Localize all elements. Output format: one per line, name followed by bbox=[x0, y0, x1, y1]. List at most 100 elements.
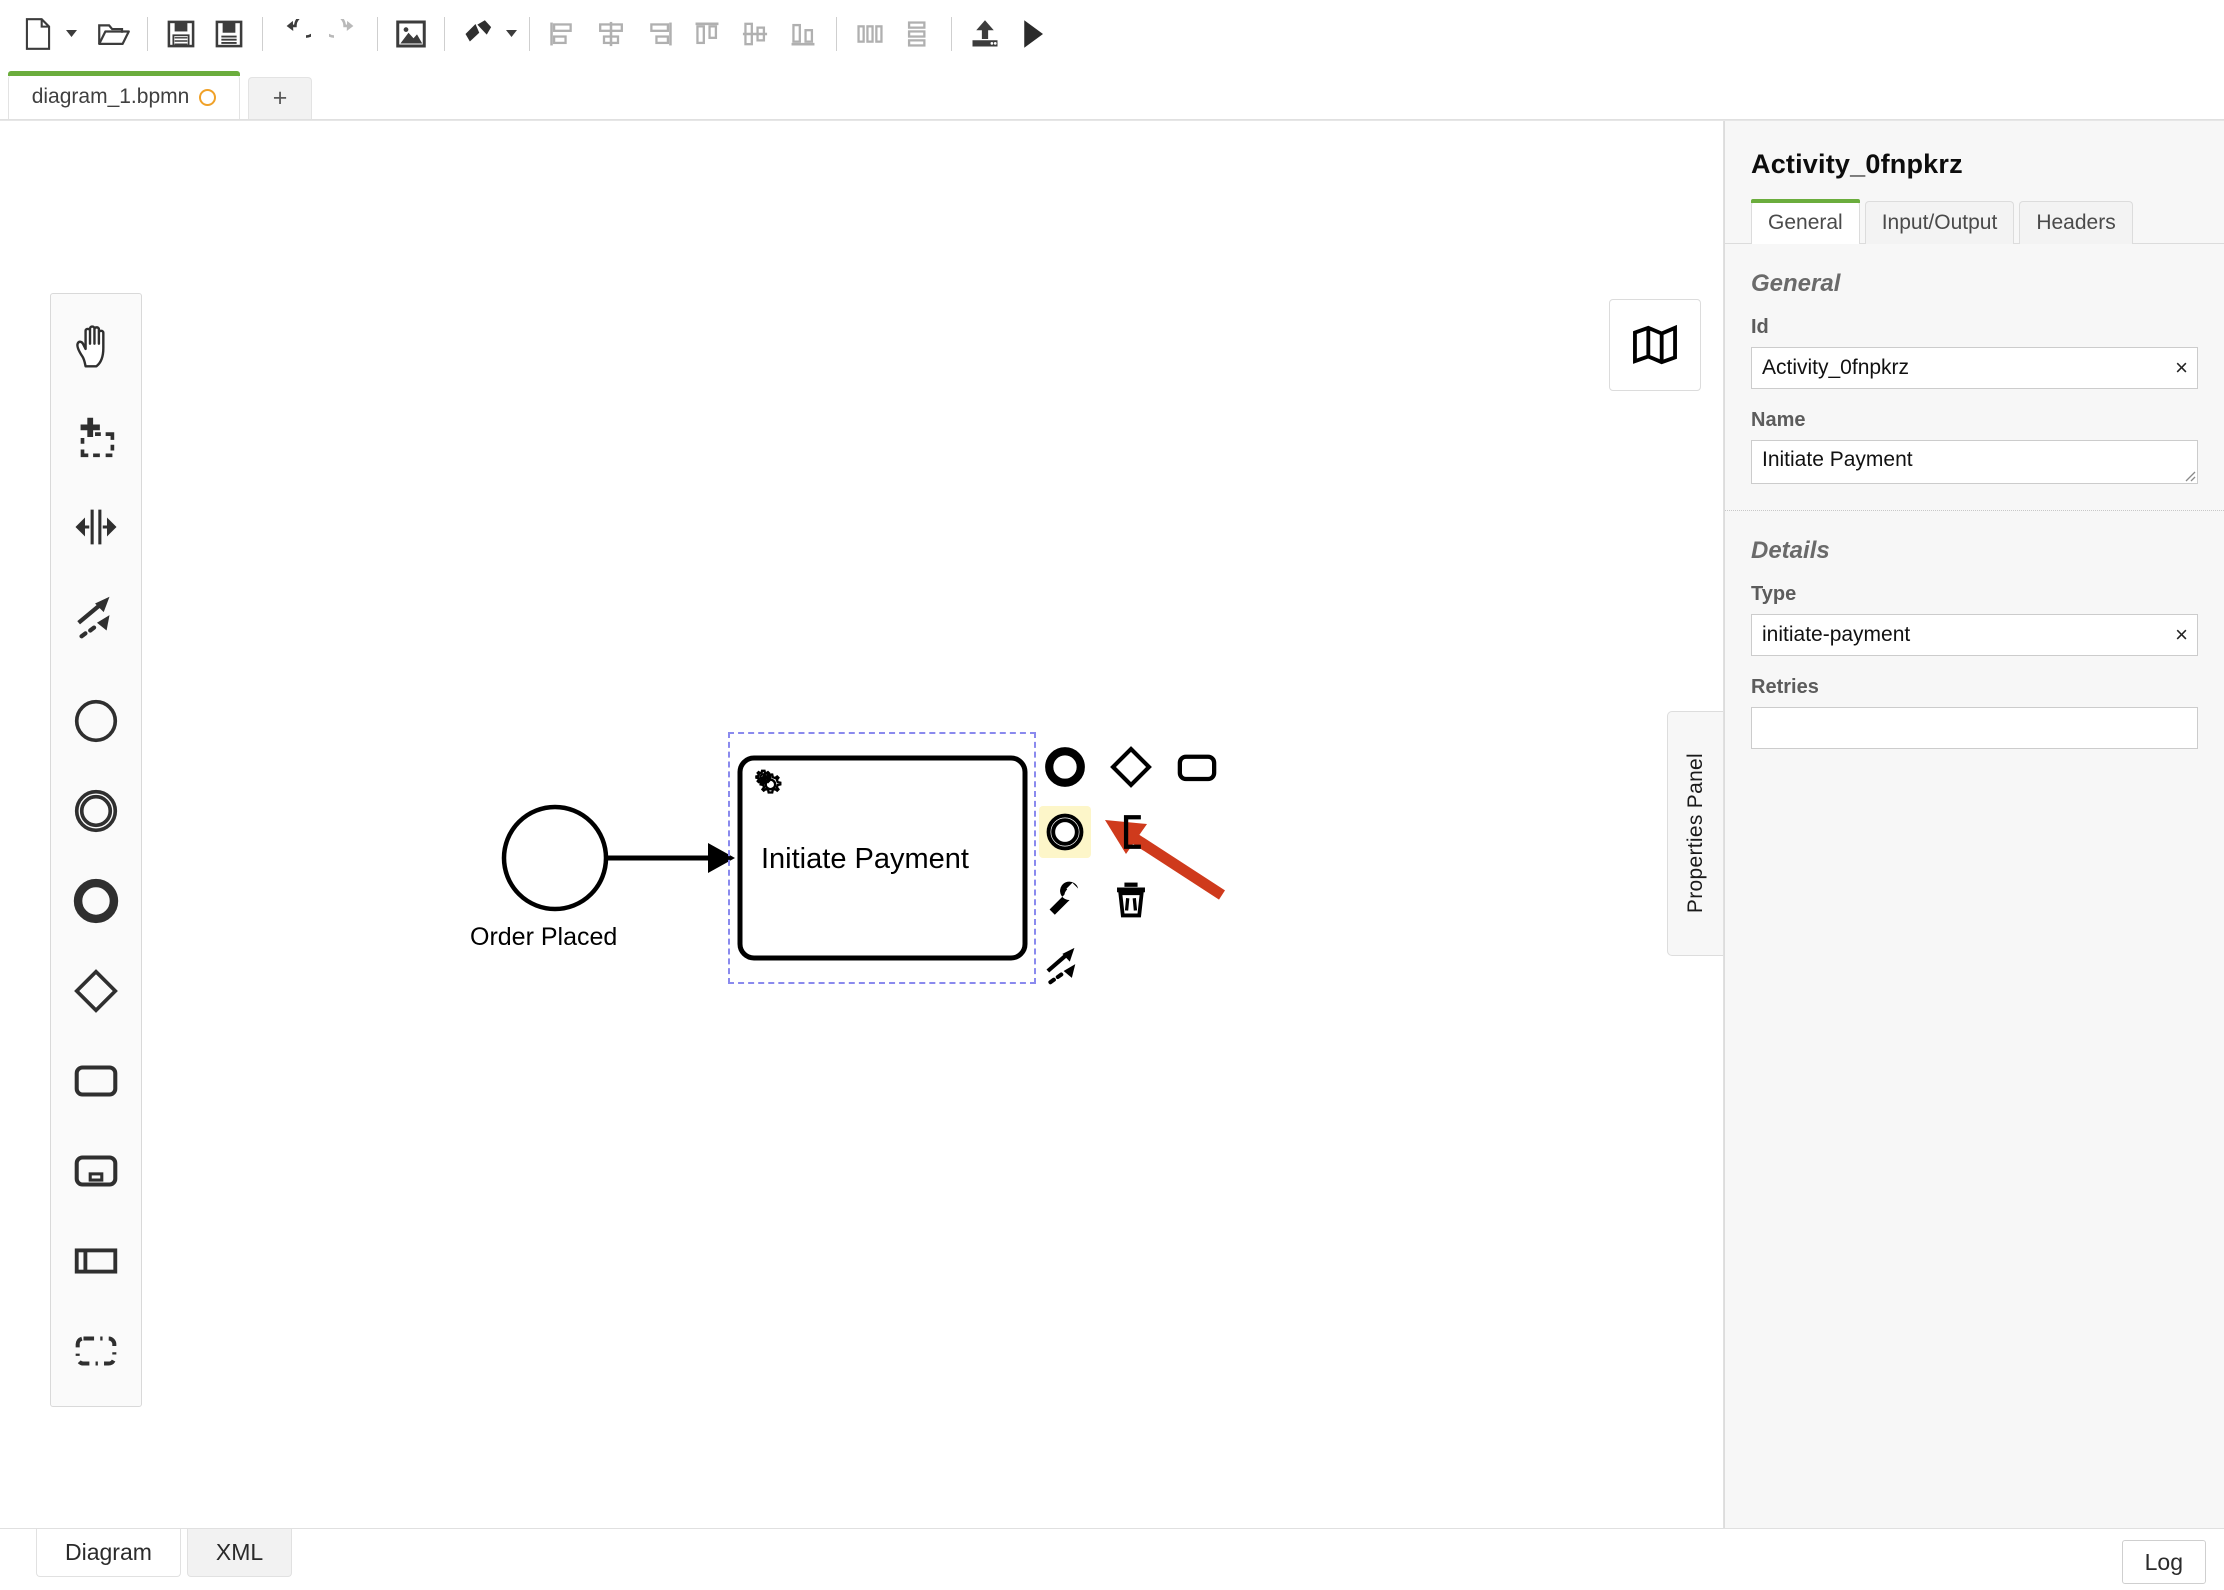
align-center-button[interactable] bbox=[587, 10, 635, 58]
field-id-clear-icon[interactable]: × bbox=[2175, 347, 2188, 389]
context-pad-append-text-annotation[interactable] bbox=[1105, 806, 1157, 858]
service-task-label: Initiate Payment bbox=[761, 843, 969, 875]
editor-body: Order Placed Initiate Payment Properties… bbox=[0, 120, 2224, 1528]
save-as-icon bbox=[215, 20, 243, 47]
field-type-label: Type bbox=[1751, 583, 1797, 605]
tab-headers[interactable]: Headers bbox=[2019, 201, 2133, 244]
undo-button[interactable] bbox=[272, 10, 320, 58]
redo-button[interactable] bbox=[320, 10, 368, 58]
toolbar-separator bbox=[377, 16, 378, 51]
run-button[interactable] bbox=[1009, 10, 1057, 58]
text-annotation-icon bbox=[1123, 815, 1141, 849]
log-button[interactable]: Log bbox=[2121, 1540, 2206, 1584]
play-icon bbox=[1024, 19, 1043, 48]
distribute-vertical-button[interactable] bbox=[894, 10, 942, 58]
toolbar-separator bbox=[951, 16, 952, 51]
tab-input-output-label: Input/Output bbox=[1881, 211, 1998, 234]
context-pad-append-task[interactable] bbox=[1171, 741, 1223, 793]
context-pad-append-intermediate-event[interactable] bbox=[1039, 806, 1091, 858]
document-tab-label: diagram_1.bpmn bbox=[31, 85, 190, 108]
tab-headers-label: Headers bbox=[2036, 211, 2116, 234]
field-type-wrap: initiate-payment × bbox=[1751, 614, 2198, 656]
deploy-button[interactable] bbox=[961, 10, 1009, 58]
color-picker-dropdown-caret[interactable] bbox=[502, 10, 520, 58]
toolbar-separator bbox=[262, 16, 263, 51]
distribute-horizontal-button[interactable] bbox=[846, 10, 894, 58]
view-tab-xml[interactable]: XML bbox=[186, 1529, 293, 1577]
field-type-input[interactable]: initiate-payment bbox=[1751, 614, 2198, 656]
field-retries-wrap bbox=[1751, 707, 2198, 749]
field-name-input[interactable]: Initiate Payment bbox=[1751, 440, 2198, 484]
save-icon bbox=[167, 20, 195, 47]
align-right-button[interactable] bbox=[635, 10, 683, 58]
align-bottom-button[interactable] bbox=[779, 10, 827, 58]
document-tab-diagram-1[interactable]: diagram_1.bpmn bbox=[8, 71, 240, 119]
align-bottom-icon bbox=[791, 23, 815, 45]
align-middle-button[interactable] bbox=[731, 10, 779, 58]
save-as-button[interactable] bbox=[205, 10, 253, 58]
field-name-wrap: Initiate Payment bbox=[1751, 440, 2198, 484]
trash-icon bbox=[1117, 882, 1145, 918]
open-folder-icon bbox=[98, 23, 130, 45]
properties-panel-tabs: General Input/Output Headers bbox=[1725, 198, 2224, 244]
unsaved-changes-icon bbox=[199, 88, 217, 106]
new-diagram-button[interactable] bbox=[14, 10, 62, 58]
sequence-flow-arrowhead bbox=[708, 843, 735, 873]
new-file-icon bbox=[25, 17, 51, 50]
export-image-button[interactable] bbox=[387, 10, 435, 58]
redo-icon bbox=[329, 18, 354, 38]
wrench-icon bbox=[1049, 881, 1079, 915]
add-tab-button[interactable]: + bbox=[248, 77, 312, 119]
align-top-button[interactable] bbox=[683, 10, 731, 58]
image-export-icon bbox=[396, 19, 426, 48]
status-bar: Diagram XML Log bbox=[0, 1528, 2224, 1590]
field-retries-input[interactable] bbox=[1751, 707, 2198, 749]
open-diagram-button[interactable] bbox=[90, 10, 138, 58]
tab-input-output[interactable]: Input/Output bbox=[1864, 201, 2015, 244]
align-top-icon bbox=[695, 22, 719, 44]
chevron-down-icon bbox=[505, 30, 517, 37]
properties-section-divider bbox=[1725, 510, 2224, 511]
bpmn-modeler-window: diagram_1.bpmn + Order Placed Initiate P… bbox=[0, 0, 2224, 1590]
context-pad-change-element-type[interactable] bbox=[1039, 873, 1091, 925]
deploy-upload-icon bbox=[972, 19, 998, 46]
save-diagram-button[interactable] bbox=[157, 10, 205, 58]
toolbar-separator bbox=[444, 16, 445, 51]
bpmn-canvas[interactable]: Order Placed Initiate Payment Properties… bbox=[0, 121, 1724, 1528]
gateway-icon bbox=[1110, 746, 1152, 788]
align-left-icon bbox=[550, 22, 572, 45]
context-pad-delete-element[interactable] bbox=[1105, 873, 1157, 925]
context-pad-append-end-event[interactable] bbox=[1039, 741, 1091, 793]
properties-panel-toggle-tab[interactable]: Properties Panel bbox=[1667, 711, 1723, 956]
toolbar-separator bbox=[836, 16, 837, 51]
align-left-button[interactable] bbox=[539, 10, 587, 58]
context-pad-connect-element[interactable] bbox=[1039, 939, 1091, 991]
view-tab-xml-label: XML bbox=[215, 1539, 264, 1565]
log-button-label: Log bbox=[2144, 1548, 2183, 1575]
connect-arrows-icon bbox=[1046, 947, 1076, 985]
view-tab-diagram-label: Diagram bbox=[65, 1539, 152, 1565]
task-icon bbox=[1177, 754, 1217, 782]
toolbar-separator bbox=[147, 16, 148, 51]
align-right-icon bbox=[650, 22, 672, 45]
group-details-title: Details bbox=[1751, 537, 1830, 564]
properties-panel-toggle-label: Properties Panel bbox=[1683, 753, 1707, 914]
view-tab-diagram[interactable]: Diagram bbox=[36, 1529, 181, 1577]
field-id-input[interactable]: Activity_0fnpkrz bbox=[1751, 347, 2198, 389]
properties-panel: Activity_0fnpkrz General Input/Output He… bbox=[1724, 121, 2224, 1528]
color-picker-button[interactable] bbox=[454, 10, 502, 58]
field-type-clear-icon[interactable]: × bbox=[2175, 614, 2188, 656]
start-event-shape[interactable] bbox=[501, 804, 609, 912]
field-retries-label: Retries bbox=[1751, 676, 1819, 698]
properties-panel-title: Activity_0fnpkrz bbox=[1751, 149, 1963, 179]
new-diagram-dropdown-caret[interactable] bbox=[62, 10, 80, 58]
undo-icon bbox=[286, 18, 311, 38]
context-pad-append-gateway[interactable] bbox=[1105, 741, 1157, 793]
field-id-wrap: Activity_0fnpkrz × bbox=[1751, 347, 2198, 389]
start-event-label: Order Placed bbox=[470, 923, 618, 951]
end-event-icon bbox=[1045, 747, 1085, 787]
tab-general[interactable]: General bbox=[1751, 199, 1860, 244]
editor-tab-bar: diagram_1.bpmn + bbox=[0, 68, 2224, 120]
group-general-title: General bbox=[1751, 270, 1841, 297]
tab-general-label: General bbox=[1768, 211, 1843, 234]
